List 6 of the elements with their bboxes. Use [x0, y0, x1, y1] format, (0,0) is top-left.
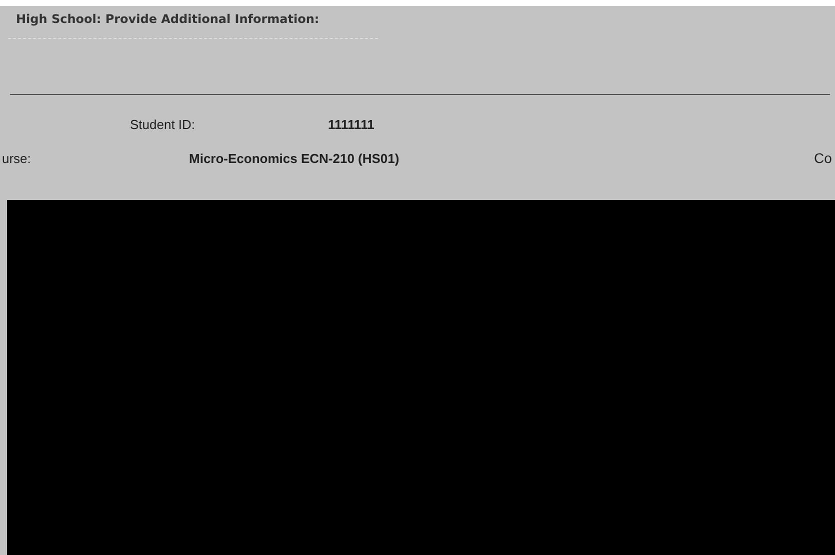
field-value: Micro-Economics ECN-210 (HS01) — [189, 151, 400, 166]
field-label: Student ID: — [130, 117, 196, 132]
field-label: Co — [814, 150, 833, 166]
page-title: High School: Provide Additional Information: — [15, 11, 320, 26]
field-label: urse: — [2, 151, 32, 166]
field-value: 1111111 — [328, 117, 374, 132]
